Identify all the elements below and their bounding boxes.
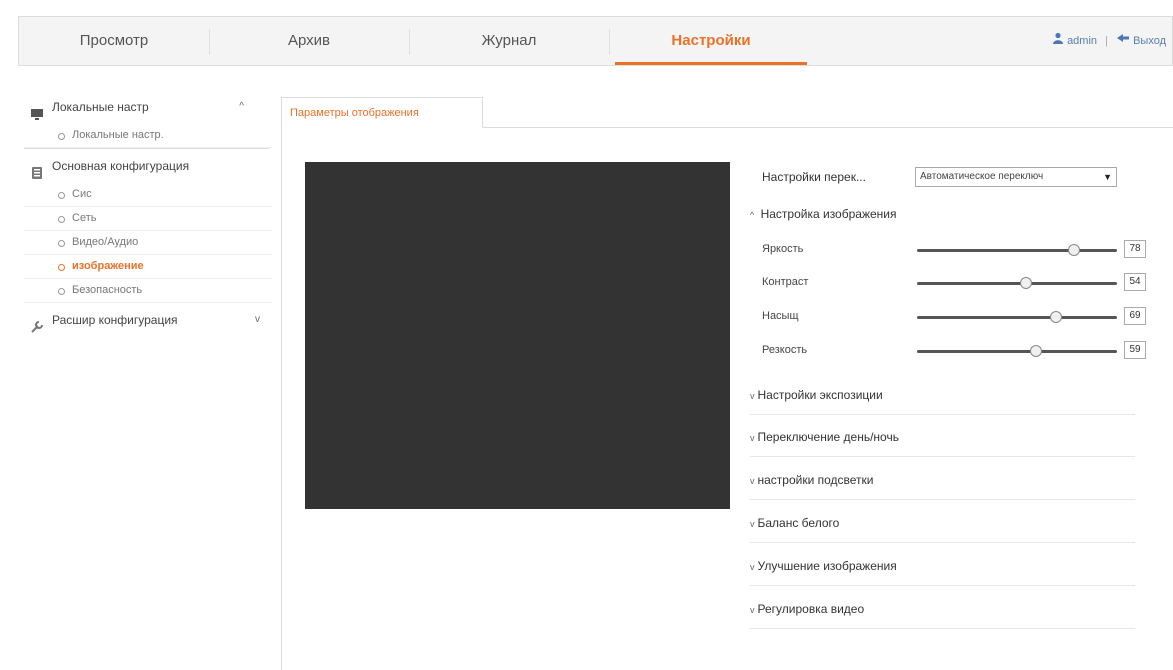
sidebar-item-video-audio[interactable]: Видео/Аудио xyxy=(24,231,272,255)
section-title: Настройка изображения xyxy=(760,207,897,221)
sidebar-item-image[interactable]: изображение xyxy=(24,255,272,279)
tab-log[interactable]: Журнал xyxy=(409,17,609,65)
dropdown-arrow-icon: ▼ xyxy=(1103,172,1112,182)
section-title: Баланс белого xyxy=(757,516,840,530)
sidebar-group-basic[interactable]: Основная конфигурация xyxy=(24,149,274,183)
backlight-section[interactable]: v настройки подсветки xyxy=(750,460,1135,500)
saturation-slider[interactable] xyxy=(917,311,1117,323)
sidebar: Локальные настр ^ Локальные настр. Основ… xyxy=(24,90,274,670)
video-adjustment-section[interactable]: v Регулировка видео xyxy=(750,589,1135,629)
video-preview xyxy=(305,162,730,509)
image-enhancement-section[interactable]: v Улучшение изображения xyxy=(750,546,1135,586)
image-settings-header[interactable]: ^ Настройка изображения xyxy=(750,207,896,221)
slider-handle[interactable] xyxy=(1030,345,1042,357)
slider-label: Яркость xyxy=(762,243,804,255)
slider-label: Насыщ xyxy=(762,310,799,322)
sidebar-group-label: Локальные настр xyxy=(52,100,149,114)
user-box: admin | Выход xyxy=(1052,17,1166,65)
white-balance-section[interactable]: v Баланс белого xyxy=(750,503,1135,543)
sharpness-row: Резкость 59 xyxy=(762,341,1162,363)
sharpness-value[interactable]: 59 xyxy=(1124,341,1146,359)
top-nav: Просмотр Архив Журнал Настройки admin | … xyxy=(18,16,1173,66)
section-title: Улучшение изображения xyxy=(757,559,897,573)
mode-select[interactable]: Автоматическое переключ ▼ xyxy=(915,167,1117,187)
slider-label: Резкость xyxy=(762,344,808,356)
exposure-section[interactable]: v Настройки экспозиции xyxy=(750,375,1135,415)
sidebar-group-advanced[interactable]: Расшир конфигурация v xyxy=(24,303,274,337)
expand-icon: v xyxy=(750,433,755,443)
contrast-value[interactable]: 54 xyxy=(1124,273,1146,291)
chevron-down-icon[interactable]: v xyxy=(255,303,260,337)
day-night-section[interactable]: v Переключение день/ночь xyxy=(750,417,1135,457)
user-separator: | xyxy=(1105,35,1108,47)
username: admin xyxy=(1067,35,1098,47)
sidebar-item-security[interactable]: Безопасность xyxy=(24,279,272,303)
sidebar-group-label: Основная конфигурация xyxy=(52,159,190,173)
contrast-row: Контраст 54 xyxy=(762,273,1162,295)
expand-icon: v xyxy=(750,519,755,529)
slider-handle[interactable] xyxy=(1068,244,1080,256)
wrench-icon xyxy=(30,313,44,333)
slider-handle[interactable] xyxy=(1020,277,1032,289)
user-icon xyxy=(1052,17,1064,65)
collapse-icon: ^ xyxy=(750,210,755,220)
sharpness-slider[interactable] xyxy=(917,345,1117,357)
monitor-icon xyxy=(30,100,44,120)
expand-icon: v xyxy=(750,391,755,401)
slider-label: Контраст xyxy=(762,276,809,288)
tab-live-view[interactable]: Просмотр xyxy=(19,17,209,65)
sidebar-item-local-settings[interactable]: Локальные настр. xyxy=(24,124,272,148)
expand-icon: v xyxy=(750,605,755,615)
chevron-up-icon[interactable]: ^ xyxy=(239,90,244,124)
brightness-slider[interactable] xyxy=(917,244,1117,256)
sidebar-item-network[interactable]: Сеть xyxy=(24,207,272,231)
tab-display-settings[interactable]: Параметры отображения xyxy=(281,97,483,128)
logout-icon[interactable] xyxy=(1116,17,1130,65)
expand-icon: v xyxy=(750,476,755,486)
brightness-value[interactable]: 78 xyxy=(1124,240,1146,258)
tab-archive[interactable]: Архив xyxy=(209,17,409,65)
saturation-row: Насыщ 69 xyxy=(762,307,1162,329)
mode-label: Настройки перек... xyxy=(762,170,866,184)
sidebar-group-local[interactable]: Локальные настр ^ xyxy=(24,90,274,124)
section-title: Регулировка видео xyxy=(757,602,865,616)
sidebar-item-system[interactable]: Сис xyxy=(24,183,272,207)
sidebar-group-label: Расшир конфигурация xyxy=(52,313,178,327)
tab-divider xyxy=(609,29,610,55)
config-icon xyxy=(30,159,44,179)
tab-settings[interactable]: Настройки xyxy=(611,17,811,65)
expand-icon: v xyxy=(750,562,755,572)
logout-link[interactable]: Выход xyxy=(1133,35,1166,47)
section-title: Переключение день/ночь xyxy=(757,430,899,444)
section-title: настройки подсветки xyxy=(757,473,874,487)
contrast-slider[interactable] xyxy=(917,277,1117,289)
mode-select-value: Автоматическое переключ xyxy=(920,171,1044,182)
brightness-row: Яркость 78 xyxy=(762,240,1162,262)
section-title: Настройки экспозиции xyxy=(757,388,883,402)
saturation-value[interactable]: 69 xyxy=(1124,307,1146,325)
slider-handle[interactable] xyxy=(1050,311,1062,323)
